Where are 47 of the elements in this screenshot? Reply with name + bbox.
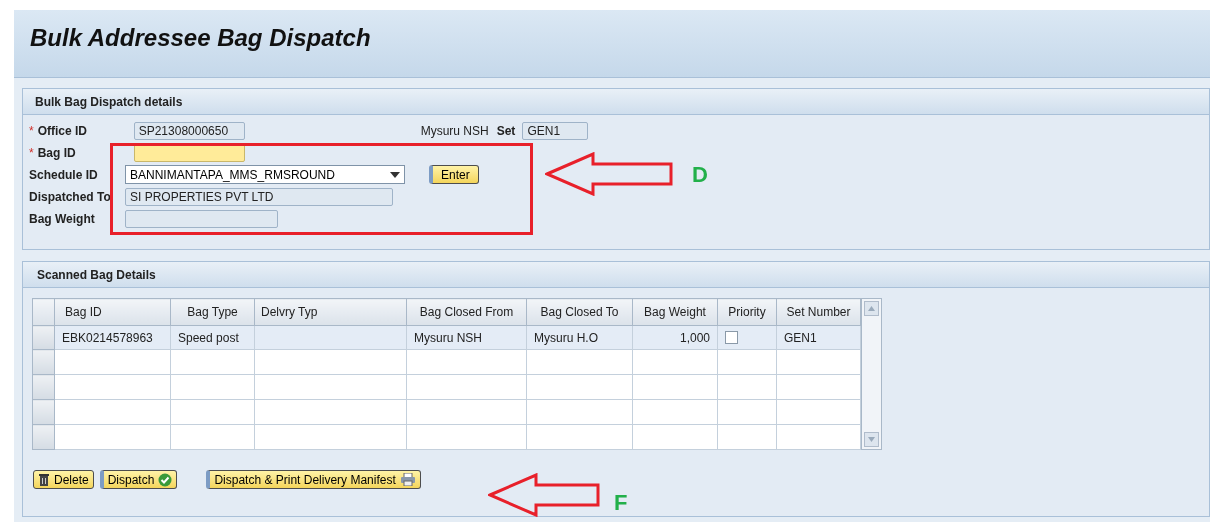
panel-header: Scanned Bag Details [23, 262, 1209, 288]
required-mark: * [29, 144, 34, 162]
office-name: Mysuru NSH [420, 122, 489, 140]
text-field[interactable]: SI PROPERTIES PVT LTD [125, 187, 393, 206]
delete-button[interactable]: Delete [33, 470, 94, 489]
printer-icon [399, 473, 416, 486]
table-cell: Speed post [178, 330, 239, 345]
checkmark-icon [158, 472, 173, 487]
column-header[interactable]: Bag Closed From [406, 298, 527, 326]
dropdown-caret-icon [390, 171, 400, 178]
trash-icon [38, 473, 50, 486]
column-header[interactable]: Delvry Typ [254, 298, 407, 326]
column-header[interactable]: Bag Weight [632, 298, 718, 326]
dispatch-button[interactable]: Dispatch [99, 470, 178, 489]
page-title: Bulk Addressee Bag Dispatch [30, 23, 371, 53]
enter-button[interactable]: Enter [429, 165, 479, 184]
panel-header: Bulk Bag Dispatch details [23, 89, 1209, 115]
row-selector[interactable] [32, 325, 55, 350]
required-mark: * [29, 122, 34, 140]
table-cell: Mysuru H.O [534, 330, 598, 345]
field-label: Office ID [37, 122, 88, 140]
print-button[interactable]: Dispatch & Print Delivery Manifest [206, 470, 421, 489]
column-header[interactable]: Set Number [776, 298, 861, 326]
column-header[interactable]: Bag Closed To [526, 298, 633, 326]
table-cell: 1,000 [679, 330, 710, 345]
schedule-dropdown[interactable]: BANNIMANTAPA_MMS_RMSROUND [125, 165, 405, 184]
set-field[interactable]: GEN1 [522, 121, 589, 140]
table-cell: Mysuru NSH [414, 330, 482, 345]
scrollbar[interactable] [861, 298, 882, 450]
annotation-letter: F [614, 489, 628, 517]
field-label: Bag ID [37, 144, 77, 162]
column-header[interactable]: Bag Type [170, 298, 255, 326]
annotation-letter: D [692, 161, 708, 189]
row-header [32, 298, 55, 326]
priority-checkbox[interactable] [725, 331, 738, 344]
field-label: Set [496, 122, 516, 140]
field-label: Schedule ID [29, 166, 99, 184]
scroll-up-icon[interactable] [864, 301, 879, 316]
scroll-down-icon[interactable] [864, 432, 879, 447]
field-label: Bag Weight [29, 210, 96, 228]
text-field[interactable] [125, 209, 278, 228]
table-cell: EBK0214578963 [62, 330, 153, 345]
column-header[interactable]: Bag ID [54, 298, 171, 326]
office-id-field[interactable]: SP21308000650 [133, 121, 245, 140]
column-header[interactable]: Priority [717, 298, 777, 326]
table-cell: GEN1 [784, 330, 817, 345]
field-label: Dispatched To [29, 188, 112, 206]
